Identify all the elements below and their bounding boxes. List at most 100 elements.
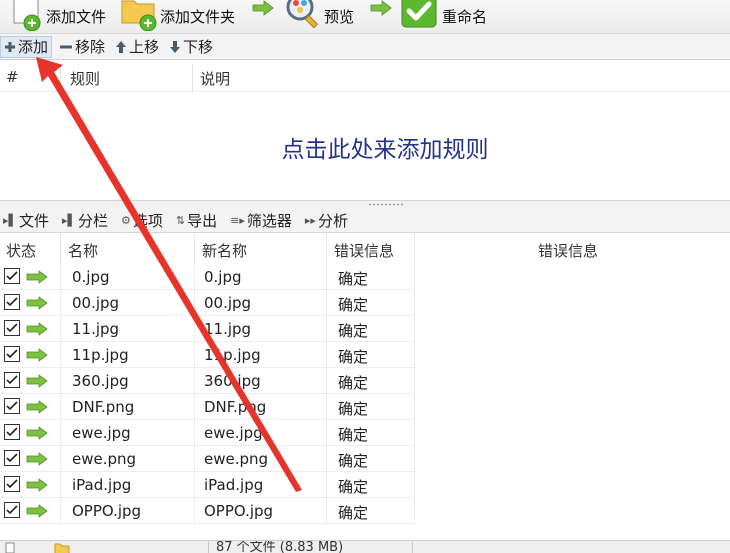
cell-divider	[326, 264, 327, 290]
cell-divider	[414, 394, 415, 420]
col-name[interactable]: 名称	[68, 240, 98, 261]
row-checkbox[interactable]	[4, 450, 20, 466]
new-file-name: 360.jpg	[204, 372, 261, 390]
row-checkbox[interactable]	[4, 398, 20, 414]
column-divider[interactable]	[192, 64, 193, 92]
rename-label: 重命名	[442, 7, 488, 26]
table-row[interactable]: OPPO.jpg OPPO.jpg 确定	[0, 498, 420, 524]
column-divider[interactable]	[414, 234, 415, 264]
cell-divider	[414, 368, 415, 394]
row-checkbox[interactable]	[4, 502, 20, 518]
export-menu-label: 导出	[187, 211, 218, 230]
files-table-body: 0.jpg 0.jpg 确定 00.jpg 00.jpg 确定 11.jpg 11.jpg 确定…	[0, 264, 730, 540]
cell-divider	[414, 264, 415, 290]
cell-divider	[60, 264, 61, 290]
col-status[interactable]: 状态	[6, 240, 36, 261]
rename-button[interactable]: 重命名	[400, 0, 487, 34]
error-info: 确定	[338, 478, 369, 496]
cell-divider	[326, 394, 327, 420]
status-arrow-icon	[26, 426, 48, 440]
document-icon	[5, 542, 15, 553]
cell-divider	[326, 446, 327, 472]
plus-icon	[5, 41, 15, 52]
table-row[interactable]: 11.jpg 11.jpg 确定	[0, 316, 420, 342]
table-row[interactable]: 0.jpg 0.jpg 确定	[0, 264, 420, 290]
cell-divider	[60, 316, 61, 342]
error-info: 确定	[338, 504, 369, 522]
add-folder-button[interactable]: 添加文件夹	[118, 0, 235, 34]
column-divider[interactable]	[60, 234, 61, 264]
files-toolbar: ▸▌ 文件 ▸▌ 分栏 ⚙ 选项 ⇅ 导出 ≡▸ 筛选器 ▸▸ 分析	[0, 208, 730, 233]
status-arrow-icon	[26, 374, 48, 388]
preview-label: 预览	[324, 7, 355, 26]
move-down-button[interactable]: 下移	[166, 36, 216, 58]
col-new-name[interactable]: 新名称	[202, 240, 247, 261]
row-checkbox[interactable]	[4, 346, 20, 362]
pane-splitter[interactable]	[0, 200, 730, 208]
remove-rule-button[interactable]: 移除	[56, 36, 108, 58]
add-files-button[interactable]: 添加文件	[4, 0, 106, 34]
column-divider[interactable]	[194, 234, 195, 264]
error-info: 确定	[338, 426, 369, 444]
table-row[interactable]: 11p.jpg 11p.jpg 确定	[0, 342, 420, 368]
new-file-name: ewe.jpg	[204, 424, 263, 442]
cell-divider	[414, 342, 415, 368]
error-info: 确定	[338, 296, 369, 314]
cell-divider	[414, 420, 415, 446]
new-file-name: iPad.jpg	[204, 476, 264, 494]
table-row[interactable]: ewe.jpg ewe.jpg 确定	[0, 420, 420, 446]
move-up-button[interactable]: 上移	[112, 36, 162, 58]
columns-menu-button[interactable]: ▸▌ 分栏	[59, 210, 108, 231]
cell-divider	[194, 342, 195, 368]
row-checkbox[interactable]	[4, 424, 20, 440]
file-name: DNF.png	[72, 398, 135, 416]
add-folder-label: 添加文件夹	[160, 7, 236, 26]
table-row[interactable]: DNF.png DNF.png 确定	[0, 394, 420, 420]
cell-divider	[326, 342, 327, 368]
filter-menu-button[interactable]: ≡▸ 筛选器	[227, 210, 292, 231]
cell-divider	[194, 290, 195, 316]
row-checkbox[interactable]	[4, 268, 20, 284]
cell-divider	[326, 368, 327, 394]
table-row[interactable]: 00.jpg 00.jpg 确定	[0, 290, 420, 316]
cell-divider	[326, 472, 327, 498]
table-row[interactable]: 360.jpg 360.jpg 确定	[0, 368, 420, 394]
cell-divider	[60, 290, 61, 316]
status-arrow-icon	[26, 348, 48, 362]
files-menu-button[interactable]: ▸▌ 文件	[0, 210, 49, 231]
add-rule-button[interactable]: 添加	[0, 35, 53, 58]
add-files-label: 添加文件	[46, 7, 107, 26]
export-menu-button[interactable]: ⇅ 导出	[173, 210, 217, 231]
rules-col-index[interactable]: #	[6, 68, 19, 86]
rules-col-description[interactable]: 说明	[200, 68, 230, 89]
checkmark-icon	[6, 297, 18, 307]
add-rule-hint[interactable]: 点击此处来添加规则	[0, 92, 730, 202]
options-menu-button[interactable]: ⚙ 选项	[118, 210, 163, 231]
new-file-name: DNF.png	[204, 398, 267, 416]
cell-divider	[194, 316, 195, 342]
status-arrow-icon	[26, 296, 48, 310]
status-arrow-icon	[26, 504, 48, 518]
col-error[interactable]: 错误信息	[334, 240, 394, 261]
preview-button[interactable]: 预览	[282, 0, 354, 34]
file-name: 11.jpg	[72, 320, 120, 338]
files-menu-label: 文件	[18, 211, 49, 230]
column-divider[interactable]	[326, 234, 327, 264]
cell-divider	[326, 498, 327, 524]
table-row[interactable]: iPad.jpg iPad.jpg 确定	[0, 472, 420, 498]
table-row[interactable]: ewe.png ewe.png 确定	[0, 446, 420, 472]
row-checkbox[interactable]	[4, 372, 20, 388]
analyze-menu-label: 分析	[317, 211, 348, 230]
row-checkbox[interactable]	[4, 320, 20, 336]
cell-divider	[194, 368, 195, 394]
analyze-menu-button[interactable]: ▸▸ 分析	[302, 210, 348, 231]
row-checkbox[interactable]	[4, 476, 20, 492]
rules-col-rule[interactable]: 规则	[70, 68, 100, 89]
column-divider[interactable]	[60, 64, 61, 92]
col-error-secondary[interactable]: 错误信息	[538, 240, 598, 261]
cell-divider	[326, 290, 327, 316]
row-checkbox[interactable]	[4, 294, 20, 310]
new-file-name: ewe.png	[204, 450, 269, 468]
splitter-grip-icon[interactable]	[368, 203, 404, 206]
arrow-up-icon	[116, 40, 127, 53]
